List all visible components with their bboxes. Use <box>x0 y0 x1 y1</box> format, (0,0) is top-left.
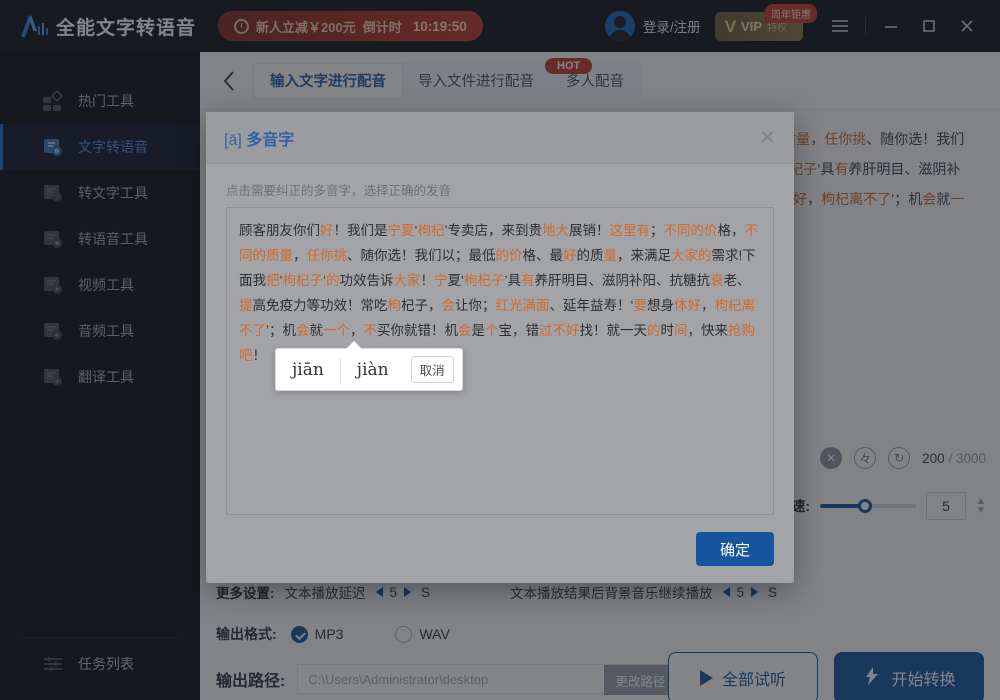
close-icon[interactable]: ✕ <box>759 128 776 148</box>
dialog-title-text: 多音字 <box>246 131 295 149</box>
dialog-ipa-marker: [ā] <box>224 131 242 149</box>
pronunciation-cancel-button[interactable]: 取消 <box>410 356 454 383</box>
pronunciation-option-1[interactable]: jiān <box>276 349 340 390</box>
dialog-footer: 确定 <box>206 515 794 583</box>
dialog-text-content[interactable]: 顾客朋友你们好！我们是宁夏‘枸杞’专卖店，来到贵地大展销！这里有；不同的价格，不… <box>239 218 761 368</box>
pronunciation-popup: jiān jiàn 取消 <box>275 341 463 391</box>
confirm-button[interactable]: 确定 <box>696 532 774 566</box>
dialog-header: [ā] 多音字 ✕ <box>206 112 794 164</box>
dialog-title: [ā] 多音字 <box>224 126 294 150</box>
app-window: 全能文字转语音 新人立减￥200元 倒计时 10:19:50 登录/注册 V V… <box>0 0 1000 700</box>
dialog-subtitle: 点击需要纠正的多音字，选择正确的发音 <box>226 184 452 198</box>
pronunciation-option-2[interactable]: jiàn <box>341 349 405 390</box>
